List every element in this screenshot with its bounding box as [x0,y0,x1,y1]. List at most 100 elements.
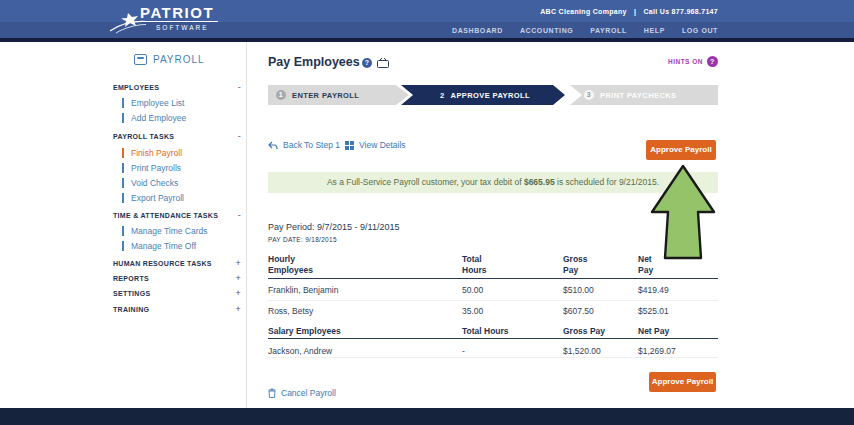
cell-gross: $510.00 [563,285,594,295]
section-label: REPORTS [113,275,149,282]
hints-badge-icon: ? [707,56,718,67]
grid-icon [345,141,354,150]
sidebar-item-finish-payroll[interactable]: Finish Payroll [122,148,242,158]
sidebar-section-employees[interactable]: EMPLOYEES - [113,84,241,91]
pay-date: PAY DATE: 9/18/2015 [268,236,337,243]
step1: 1 ENTER PAYROLL [276,85,359,105]
brand-underline [140,21,218,22]
section-label: SETTINGS [113,290,150,297]
col-hourly-employees: Hourly Employees [268,254,326,275]
payroll-module-icon [134,54,147,65]
cell-net: $525.01 [638,306,669,316]
col-net-pay: Net Pay [638,326,669,337]
sidebar-section-settings[interactable]: SETTINGS + [113,290,241,297]
sidebar-title: PAYROLL [134,54,205,65]
cancel-link-label: Cancel Payroll [281,388,336,398]
collapse-icon[interactable]: - [238,210,241,220]
green-arrow-cursor [638,160,728,264]
col-total-hours: Total Hours [462,326,509,337]
col-total-hours: Total Hours [462,254,490,275]
company-name: ABC Cleaning Company [540,8,627,15]
cell-hours: 50.00 [462,285,483,295]
banner-amount: $665.95 [524,177,555,187]
step3: 3PRINT PAYCHECKS [584,85,676,105]
expand-icon[interactable]: + [235,258,241,268]
col-gross-pay: Gross Pay [563,254,591,275]
cell-hours: 35.00 [462,306,483,316]
sidebar-item-manage-time-cards[interactable]: Manage Time Cards [122,226,242,236]
info-separator: | [634,8,636,15]
step3-label: PRINT PAYCHECKS [600,91,676,100]
back-link-label: Back To Step 1 [283,140,340,150]
view-details-link[interactable]: View Details [345,140,406,150]
header-dark-strip [0,38,854,42]
account-info: ABC Cleaning Company | Call Us 877.968.7… [540,8,718,15]
collapse-icon[interactable]: - [238,131,241,141]
back-arrow-icon [268,141,278,150]
video-tutorial-icon[interactable] [377,58,389,68]
page-title: Pay Employees [268,55,360,69]
col-salary-employees: Salary Employees [268,326,341,337]
nav-help[interactable]: HELP [644,27,665,34]
sidebar-item-void-checks[interactable]: Void Checks [122,178,242,188]
nav-accounting[interactable]: ACCOUNTING [520,27,573,34]
nav-dashboard[interactable]: DASHBOARD [452,27,503,34]
progress-steps: 1 ENTER PAYROLL 2 APPROVE PAYROLL 3PRINT P… [268,85,718,105]
view-details-label: View Details [359,140,406,150]
section-label: TIME & ATTENDANCE TASKS [113,212,218,219]
section-label: TRAINING [113,306,149,313]
back-to-step1-link[interactable]: Back To Step 1 [268,140,340,150]
banner-prefix: As a Full-Service Payroll customer, your… [327,177,524,187]
nav-payroll[interactable]: PAYROLL [590,27,626,34]
cell-employee: Jackson, Andrew [268,346,332,356]
section-label: EMPLOYEES [113,84,159,91]
app: PATRIOT SOFTWARE ABC Cleaning Company | … [0,0,854,425]
sidebar-section-reports[interactable]: REPORTS + [113,275,241,282]
expand-icon[interactable]: + [235,288,241,298]
sidebar-title-label: PAYROLL [153,54,205,65]
step2: 2 APPROVE PAYROLL [440,85,530,105]
sidebar-item-add-employee[interactable]: Add Employee [122,113,242,123]
col-gross-pay: Gross Pay [563,326,605,337]
sidebar-item-export-payroll[interactable]: Export Payroll [122,193,242,203]
sidebar-section-time-attendance[interactable]: TIME & ATTENDANCE TASKS - [113,212,241,219]
approve-payroll-button-top[interactable]: Approve Payroll [646,140,716,160]
section-label: PAYROLL TASKS [113,133,174,140]
cell-net: $419.49 [638,285,669,295]
sidebar-section-payroll-tasks[interactable]: PAYROLL TASKS - [113,133,241,140]
table-row: Ross, Betsy 35.00 $607.50 $525.01 [268,300,718,322]
call-us: Call Us 877.968.7147 [644,8,719,15]
pay-period: Pay Period: 9/7/2015 - 9/11/2015 [268,222,399,232]
hints-toggle[interactable]: HINTS ON? [648,56,718,67]
step1-label: ENTER PAYROLL [292,91,359,100]
salary-table-header: Salary Employees Total Hours Gross Pay N… [268,326,718,339]
table-row: Jackson, Andrew - $1,520.00 $1,269.07 [268,340,718,358]
approve-payroll-button-bottom[interactable]: Approve Payroll [649,372,716,392]
top-nav: DASHBOARD ACCOUNTING PAYROLL HELP LOG OU… [452,27,718,34]
cell-net: $1,269.07 [638,346,676,356]
cancel-payroll-link[interactable]: Cancel Payroll [268,388,336,398]
sidebar-divider [246,42,247,408]
footer-bar [0,408,854,425]
brand-name: PATRIOT [140,4,214,21]
hints-label: HINTS ON [668,58,703,65]
cell-gross: $1,520.00 [563,346,601,356]
expand-icon[interactable]: + [235,273,241,283]
step2-number: 2 [440,91,445,100]
step1-number: 1 [276,90,286,100]
patriot-logo[interactable]: PATRIOT SOFTWARE [118,3,218,37]
sidebar-item-employee-list[interactable]: Employee List [122,98,242,108]
sidebar-item-print-payrolls[interactable]: Print Payrolls [122,163,242,173]
cell-hours: - [462,346,465,356]
help-icon[interactable]: ? [362,58,372,68]
expand-icon[interactable]: + [235,304,241,314]
sidebar-item-manage-time-off[interactable]: Manage Time Off [122,241,242,251]
collapse-icon[interactable]: - [238,82,241,92]
table-row: Franklin, Benjamin 50.00 $510.00 $419.49 [268,279,718,301]
step2-label: APPROVE PAYROLL [451,91,530,100]
sidebar-section-hr-tasks[interactable]: HUMAN RESOURCE TASKS+ [113,260,241,267]
top-header: PATRIOT SOFTWARE ABC Cleaning Company | … [0,0,854,38]
sidebar-section-training[interactable]: TRAINING + [113,306,241,313]
cell-gross: $607.50 [563,306,594,316]
nav-logout[interactable]: LOG OUT [682,27,718,34]
